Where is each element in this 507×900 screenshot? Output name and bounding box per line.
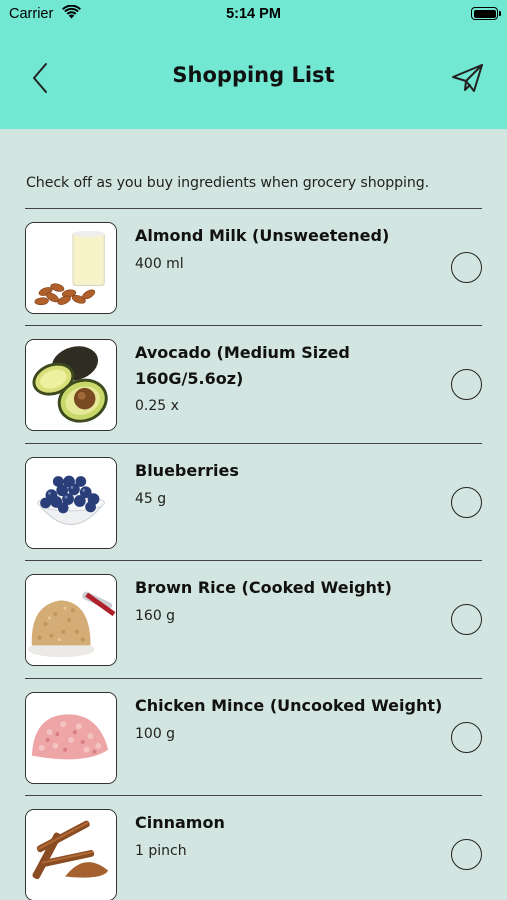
brown-rice-image (25, 574, 117, 667)
item-quantity: 0.25 x (135, 398, 179, 415)
item-name: Brown Rice (Cooked Weight) (135, 578, 392, 598)
list-item: Blueberries 45 g (25, 442, 482, 560)
avocado-image (25, 339, 117, 432)
clock: 5:14 PM (226, 6, 281, 22)
item-checkbox[interactable] (451, 369, 482, 401)
item-quantity: 160 g (135, 608, 176, 625)
list-item: Avocado (Medium Sized 160G/5.6oz) 0.25 x (25, 325, 482, 442)
item-checkbox[interactable] (451, 721, 482, 753)
item-quantity: 45 g (135, 490, 167, 507)
chicken-mince-image (25, 691, 117, 784)
item-quantity: 1 pinch (135, 842, 187, 859)
page-title: Shopping List (172, 63, 335, 87)
list-item: Almond Milk (Unsweetened) 400 ml (25, 208, 482, 325)
header-bar: Carrier 5:14 PM Shopping List (0, 0, 507, 129)
item-name: Blueberries (135, 460, 239, 480)
list-item: Chicken Mince (Uncooked Weight) 100 g (25, 677, 482, 795)
almond-milk-image (25, 222, 117, 314)
list-item: Brown Rice (Cooked Weight) 160 g (25, 560, 482, 677)
paper-plane-icon (452, 64, 483, 92)
item-name: Chicken Mince (Uncooked Weight) (135, 695, 443, 715)
cinnamon-image (25, 808, 117, 900)
blueberries-image (25, 456, 117, 549)
shopping-list: Almond Milk (Unsweetened) 400 ml Avocado… (0, 208, 507, 900)
item-name: Almond Milk (Unsweetened) (135, 226, 390, 245)
item-name: Avocado (Medium Sized 160G/5.6oz) (135, 343, 350, 389)
list-item: Cinnamon 1 pinch (25, 794, 482, 900)
item-checkbox[interactable] (451, 252, 482, 283)
battery-icon (471, 7, 501, 20)
item-checkbox[interactable] (451, 838, 482, 870)
status-bar: Carrier 5:14 PM (0, 0, 507, 30)
item-name: Cinnamon (135, 812, 225, 832)
item-quantity: 100 g (135, 725, 176, 742)
share-button[interactable] (450, 61, 486, 95)
item-checkbox[interactable] (451, 604, 482, 636)
item-checkbox[interactable] (451, 486, 482, 518)
item-quantity: 400 ml (135, 256, 184, 272)
intro-text: Check off as you buy ingredients when gr… (26, 175, 430, 191)
